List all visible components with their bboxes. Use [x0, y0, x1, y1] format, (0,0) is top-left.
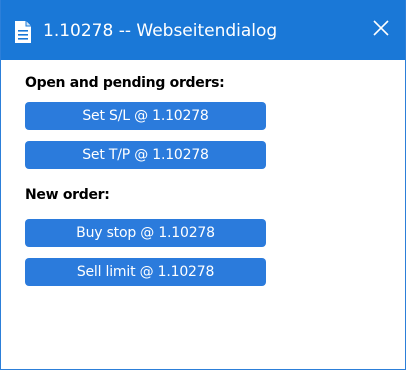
- title-bar: 1.10278 -- Webseitendialog: [1, 0, 405, 60]
- sell-limit-button[interactable]: Sell limit @ 1.10278: [25, 258, 266, 286]
- close-icon: [373, 20, 389, 40]
- buy-stop-button[interactable]: Buy stop @ 1.10278: [25, 219, 266, 247]
- dialog-window: 1.10278 -- Webseitendialog Open and pend…: [0, 0, 406, 370]
- open-pending-orders-heading: Open and pending orders:: [25, 75, 225, 91]
- set-tp-button[interactable]: Set T/P @ 1.10278: [25, 141, 266, 169]
- set-sl-button[interactable]: Set S/L @ 1.10278: [25, 102, 266, 130]
- close-button[interactable]: [357, 0, 405, 60]
- new-order-heading: New order:: [25, 187, 110, 203]
- document-icon: [13, 20, 33, 44]
- window-title: 1.10278 -- Webseitendialog: [43, 21, 278, 41]
